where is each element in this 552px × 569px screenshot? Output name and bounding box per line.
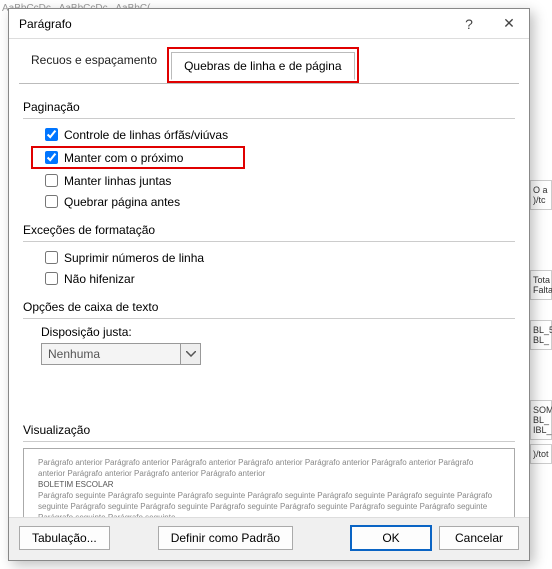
checkbox-input[interactable]	[45, 272, 58, 285]
group-exceptions-label: Exceções de formatação	[23, 223, 515, 237]
tab-indent-spacing[interactable]: Recuos e espaçamento	[19, 47, 169, 83]
tight-wrap-label: Disposição justa:	[41, 325, 515, 339]
tab-label: Quebras de linha e de página	[184, 59, 341, 73]
tab-label: Recuos e espaçamento	[31, 53, 157, 67]
preview-before-text: Parágrafo anterior Parágrafo anterior Pa…	[38, 457, 500, 479]
checkbox-no-hyphenate[interactable]: Não hifenizar	[41, 269, 515, 288]
background-right-column: O a )/tc Tota Falta BL_5 BL_ SOM BL_ IBL…	[530, 0, 552, 569]
bg-cell: )/tot	[530, 444, 552, 464]
separator	[23, 318, 515, 319]
checkbox-label: Quebrar página antes	[64, 195, 180, 209]
tab-strip: Recuos e espaçamento Quebras de linha e …	[9, 39, 529, 83]
checkbox-input[interactable]	[45, 174, 58, 187]
dialog-body: Paginação Controle de linhas órfãs/viúva…	[19, 83, 519, 517]
dialog-title: Parágrafo	[19, 17, 449, 31]
bg-cell: Tota Falta	[530, 270, 552, 300]
checkbox-page-break-before[interactable]: Quebrar página antes	[41, 192, 515, 211]
checkbox-label: Controle de linhas órfãs/viúvas	[64, 128, 228, 142]
checkbox-label: Manter linhas juntas	[64, 174, 171, 188]
bg-cell: BL_5 BL_	[530, 320, 552, 350]
help-button[interactable]: ?	[449, 9, 489, 39]
checkbox-label: Suprimir números de linha	[64, 251, 204, 265]
checkbox-keep-lines[interactable]: Manter linhas juntas	[41, 171, 515, 190]
tabs-button[interactable]: Tabulação...	[19, 526, 110, 550]
checkbox-input[interactable]	[45, 195, 58, 208]
preview-sample-text: BOLETIM ESCOLAR	[38, 479, 500, 490]
chevron-down-icon[interactable]	[180, 344, 200, 364]
group-preview-label: Visualização	[23, 423, 515, 437]
cancel-button[interactable]: Cancelar	[439, 526, 519, 550]
checkbox-input[interactable]	[45, 128, 58, 141]
preview-after-text: Parágrafo seguinte Parágrafo seguinte Pa…	[38, 490, 500, 517]
checkbox-keep-with-next[interactable]	[45, 151, 58, 164]
tight-wrap-combo[interactable]: Nenhuma	[41, 343, 201, 365]
checkbox-input[interactable]	[45, 251, 58, 264]
close-button[interactable]: ✕	[489, 9, 529, 39]
group-pagination-label: Paginação	[23, 100, 515, 114]
tab-line-page-breaks[interactable]: Quebras de linha e de página	[171, 52, 354, 80]
separator	[23, 441, 515, 442]
bg-cell: SOM BL_ IBL_	[530, 400, 552, 440]
button-bar: Tabulação... Definir como Padrão OK Canc…	[9, 517, 529, 560]
group-textbox-label: Opções de caixa de texto	[23, 300, 515, 314]
checkbox-label: Não hifenizar	[64, 272, 135, 286]
separator	[23, 118, 515, 119]
highlight-box-keep-next: Manter com o próximo	[31, 146, 245, 169]
checkbox-widow-orphan[interactable]: Controle de linhas órfãs/viúvas	[41, 125, 515, 144]
checkbox-label: Manter com o próximo	[64, 151, 183, 165]
checkbox-suppress-line-numbers[interactable]: Suprimir números de linha	[41, 248, 515, 267]
paragraph-dialog: Parágrafo ? ✕ Recuos e espaçamento Quebr…	[8, 8, 530, 561]
bg-cell: O a )/tc	[530, 180, 552, 210]
separator	[23, 241, 515, 242]
ok-button[interactable]: OK	[351, 526, 431, 550]
preview-box: Parágrafo anterior Parágrafo anterior Pa…	[23, 448, 515, 517]
set-default-button[interactable]: Definir como Padrão	[158, 526, 293, 550]
combo-value: Nenhuma	[42, 347, 180, 361]
highlight-box-tab: Quebras de linha e de página	[167, 47, 358, 83]
titlebar: Parágrafo ? ✕	[9, 9, 529, 39]
